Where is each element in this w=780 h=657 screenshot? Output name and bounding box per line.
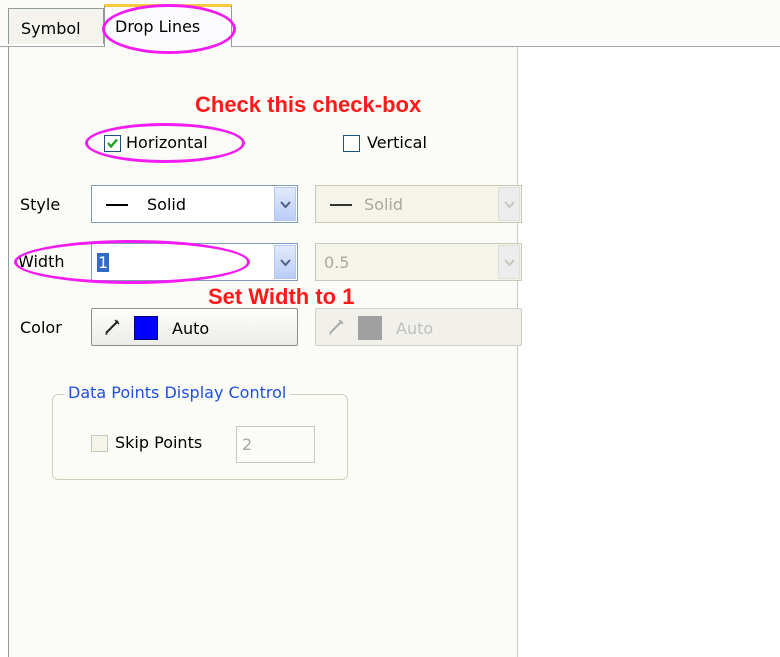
tab-symbol-label: Symbol (21, 19, 81, 38)
solid-line-icon (330, 204, 352, 206)
tab-symbol[interactable]: Symbol (8, 8, 104, 44)
vertical-width-dropdown-button (498, 245, 520, 279)
vertical-style-value: Solid (364, 195, 403, 214)
horizontal-color-button[interactable]: Auto (91, 308, 298, 346)
highlight-ellipse (102, 4, 236, 54)
vertical-label[interactable]: Vertical (367, 133, 427, 152)
style-label: Style (20, 195, 61, 214)
vertical-color-value: Auto (396, 319, 434, 338)
vertical-style-dropdown-button (498, 187, 520, 221)
chevron-down-icon (504, 259, 515, 267)
vertical-checkbox[interactable] (343, 135, 360, 152)
horizontal-style-value: Solid (147, 195, 186, 214)
right-pane (518, 47, 780, 657)
skip-points-value: 2 (242, 435, 253, 454)
skip-points-label[interactable]: Skip Points (115, 433, 202, 452)
pencil-icon (105, 319, 120, 335)
vertical-color-button: Auto (315, 308, 522, 346)
color-swatch (134, 316, 158, 340)
check-hint-annotation: Check this check-box (195, 92, 422, 117)
vertical-width-value: 0.5 (324, 253, 350, 272)
skip-points-input[interactable]: 2 (236, 426, 315, 463)
highlight-ellipse (14, 240, 250, 284)
horizontal-style-combo[interactable]: Solid (91, 185, 298, 223)
drop-lines-panel (8, 47, 518, 657)
vertical-width-combo: 0.5 (315, 243, 522, 281)
chevron-down-icon (280, 259, 291, 267)
data-points-group-title: Data Points Display Control (64, 383, 291, 402)
chevron-down-icon (504, 201, 515, 209)
horizontal-color-value: Auto (172, 319, 210, 338)
horizontal-style-dropdown-button[interactable] (274, 187, 296, 221)
highlight-ellipse (85, 123, 245, 163)
pencil-icon (329, 319, 344, 335)
width-hint-annotation: Set Width to 1 (208, 284, 355, 309)
skip-points-checkbox[interactable] (91, 435, 108, 452)
vertical-style-combo: Solid (315, 185, 522, 223)
color-swatch (358, 316, 382, 340)
horizontal-width-dropdown-button[interactable] (274, 245, 296, 279)
solid-line-icon (106, 204, 128, 206)
chevron-down-icon (280, 201, 291, 209)
color-label: Color (20, 318, 62, 337)
